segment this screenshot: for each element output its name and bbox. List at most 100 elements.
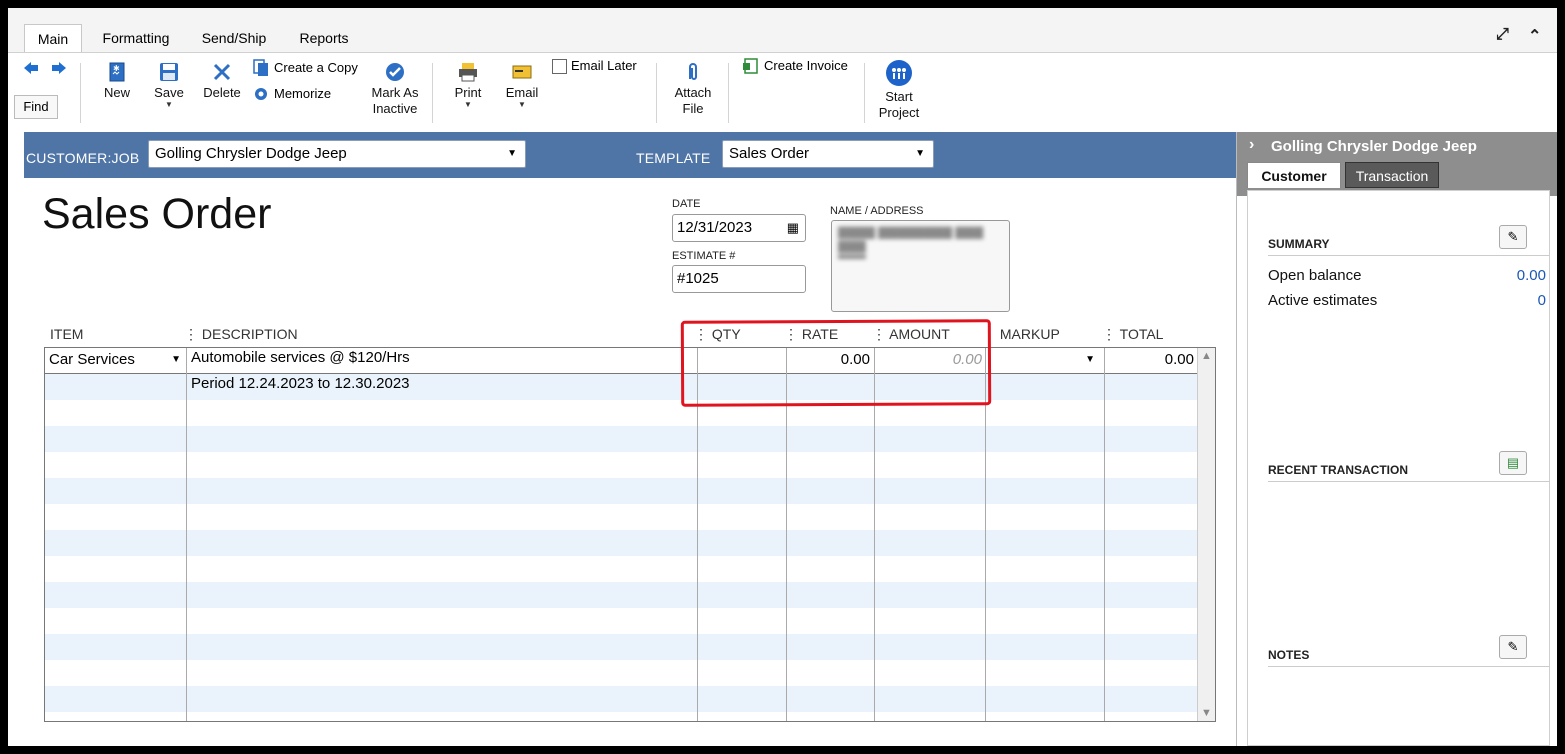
attach-file-button[interactable]: Attach File bbox=[668, 61, 718, 117]
panel-customer-title: Golling Chrysler Dodge Jeep bbox=[1271, 138, 1477, 155]
project-people-icon bbox=[886, 60, 912, 86]
name-address-field[interactable]: ▇▇▇▇ ▇▇▇▇▇▇▇▇ ▇▇▇ ▇▇▇▇▇▇ bbox=[831, 220, 1010, 312]
amount-header-label: AMOUNT bbox=[889, 326, 950, 342]
rate-header-label: RATE bbox=[801, 326, 839, 342]
start-project-button[interactable]: Start Project bbox=[874, 59, 924, 121]
copy-icon bbox=[253, 59, 268, 76]
save-label: Save bbox=[154, 85, 184, 100]
date-field[interactable]: 12/31/2023 ▦ bbox=[672, 214, 806, 242]
table-row[interactable] bbox=[45, 582, 1198, 608]
section-divider bbox=[1268, 481, 1550, 482]
save-dropdown-caret[interactable]: ▼ bbox=[148, 101, 190, 109]
find-button[interactable]: Find bbox=[14, 95, 58, 119]
item-cell[interactable]: Car Services ▼ bbox=[49, 348, 185, 372]
mark-inactive-button[interactable]: Mark As Inactive bbox=[366, 61, 424, 117]
print-button[interactable]: Print ▼ bbox=[448, 61, 488, 109]
inactive-label: Inactive bbox=[372, 101, 418, 116]
create-invoice-button[interactable]: Create Invoice bbox=[742, 57, 848, 75]
tab-reports[interactable]: Reports bbox=[292, 24, 356, 52]
table-scrollbar[interactable]: ▲ ▼ bbox=[1197, 348, 1215, 721]
tab-send-ship[interactable]: Send/Ship bbox=[194, 24, 274, 52]
description-header-label: DESCRIPTION bbox=[201, 326, 298, 342]
tab-main[interactable]: Main bbox=[24, 24, 82, 52]
table-row[interactable] bbox=[45, 452, 1198, 478]
sales-order-window: Main Formatting Send/Ship Reports ⤢ ⌃ Fi… bbox=[8, 8, 1557, 746]
description-cell[interactable]: Automobile services @ $120/Hrs bbox=[191, 348, 410, 370]
edit-notes-pencil-icon[interactable]: ✎ bbox=[1499, 635, 1527, 659]
check-circle-icon bbox=[386, 63, 404, 81]
previous-arrow-icon[interactable] bbox=[22, 61, 40, 79]
template-dropdown[interactable]: Sales Order ▼ bbox=[722, 140, 934, 168]
markup-header-label: MARKUP bbox=[999, 326, 1060, 342]
date-label: DATE bbox=[672, 198, 701, 210]
email-button[interactable]: Email ▼ bbox=[502, 61, 542, 109]
panel-body: SUMMARY ✎ Open balance 0.00 Active estim… bbox=[1247, 190, 1550, 746]
customer-job-dropdown[interactable]: Golling Chrysler Dodge Jeep ▼ bbox=[148, 140, 526, 168]
collapse-ribbon-icon[interactable]: ⌃ bbox=[1528, 26, 1541, 46]
table-row[interactable] bbox=[45, 426, 1198, 452]
template-label: TEMPLATE bbox=[636, 150, 711, 166]
calendar-icon[interactable]: ▦ bbox=[787, 215, 799, 241]
chevron-down-icon[interactable]: ▼ bbox=[507, 141, 517, 167]
next-arrow-icon[interactable] bbox=[50, 61, 68, 79]
quick-report-icon[interactable]: ▤ bbox=[1499, 451, 1527, 475]
notes-heading: NOTES bbox=[1268, 648, 1310, 662]
table-row[interactable] bbox=[45, 608, 1198, 634]
table-row[interactable] bbox=[45, 686, 1198, 712]
open-balance-label: Open balance bbox=[1268, 267, 1362, 284]
ribbon-separator bbox=[432, 63, 433, 123]
column-header-markup: ⋮ MARKUP bbox=[982, 326, 1060, 342]
new-button[interactable]: ✱ New bbox=[96, 61, 138, 101]
rate-cell[interactable]: 0.00 bbox=[790, 348, 870, 372]
table-row[interactable] bbox=[45, 530, 1198, 556]
open-balance-value[interactable]: 0.00 bbox=[1517, 267, 1546, 284]
delete-button[interactable]: Delete bbox=[200, 61, 244, 101]
customer-job-value: Golling Chrysler Dodge Jeep bbox=[155, 145, 347, 162]
section-divider bbox=[1268, 255, 1550, 256]
mark-as-label: Mark As bbox=[371, 85, 419, 100]
estimate-number-value: #1025 bbox=[677, 270, 719, 287]
total-cell[interactable]: 0.00 bbox=[1108, 348, 1194, 372]
summary-heading: SUMMARY bbox=[1268, 237, 1330, 251]
chevron-down-icon[interactable]: ▼ bbox=[1085, 348, 1095, 372]
email-later-checkbox[interactable]: Email Later bbox=[552, 57, 637, 75]
save-button[interactable]: Save ▼ bbox=[148, 61, 190, 109]
create-copy-button[interactable]: Create a Copy bbox=[252, 59, 358, 77]
expand-icon[interactable]: ⤢ bbox=[1496, 26, 1509, 44]
tab-transaction[interactable]: Transaction bbox=[1345, 162, 1439, 188]
customer-job-label: CUSTOMER:JOB bbox=[26, 150, 140, 166]
table-row[interactable] bbox=[45, 400, 1198, 426]
amount-cell[interactable]: 0.00 bbox=[878, 348, 982, 372]
active-estimates-label: Active estimates bbox=[1268, 292, 1378, 309]
chevron-down-icon[interactable]: ▼ bbox=[171, 348, 181, 372]
memorize-button[interactable]: Memorize bbox=[252, 85, 331, 103]
edit-summary-pencil-icon[interactable]: ✎ bbox=[1499, 225, 1527, 249]
email-dropdown-caret[interactable]: ▼ bbox=[502, 101, 542, 109]
table-row[interactable] bbox=[45, 504, 1198, 530]
ribbon-separator bbox=[864, 63, 865, 123]
column-header-description: ⋮ DESCRIPTION bbox=[184, 326, 298, 342]
table-row[interactable] bbox=[45, 556, 1198, 582]
print-dropdown-caret[interactable]: ▼ bbox=[448, 101, 488, 109]
chevron-right-icon[interactable]: › bbox=[1249, 136, 1254, 154]
scroll-down-arrow-icon[interactable]: ▼ bbox=[1201, 707, 1212, 719]
tab-formatting[interactable]: Formatting bbox=[94, 24, 178, 52]
delete-label: Delete bbox=[203, 85, 241, 100]
total-header-label: TOTAL bbox=[1119, 326, 1164, 342]
delete-x-icon bbox=[213, 63, 231, 81]
table-row[interactable] bbox=[45, 660, 1198, 686]
table-row[interactable] bbox=[45, 478, 1198, 504]
scroll-up-arrow-icon[interactable]: ▲ bbox=[1201, 350, 1212, 362]
tab-customer[interactable]: Customer bbox=[1247, 162, 1341, 188]
chevron-down-icon[interactable]: ▼ bbox=[915, 141, 925, 167]
memorize-gear-icon bbox=[255, 88, 267, 100]
column-header-amount: ⋮ AMOUNT bbox=[872, 326, 950, 342]
envelope-icon bbox=[512, 65, 532, 79]
customer-header-bar: CUSTOMER:JOB Golling Chrysler Dodge Jeep… bbox=[24, 132, 1236, 178]
active-estimates-value[interactable]: 0 bbox=[1538, 292, 1546, 309]
estimate-number-field[interactable]: #1025 bbox=[672, 265, 806, 293]
item-value: Car Services bbox=[49, 351, 135, 368]
table-row[interactable] bbox=[45, 634, 1198, 660]
description-cell[interactable]: Period 12.24.2023 to 12.30.2023 bbox=[191, 372, 410, 396]
email-later-box[interactable] bbox=[552, 58, 567, 74]
